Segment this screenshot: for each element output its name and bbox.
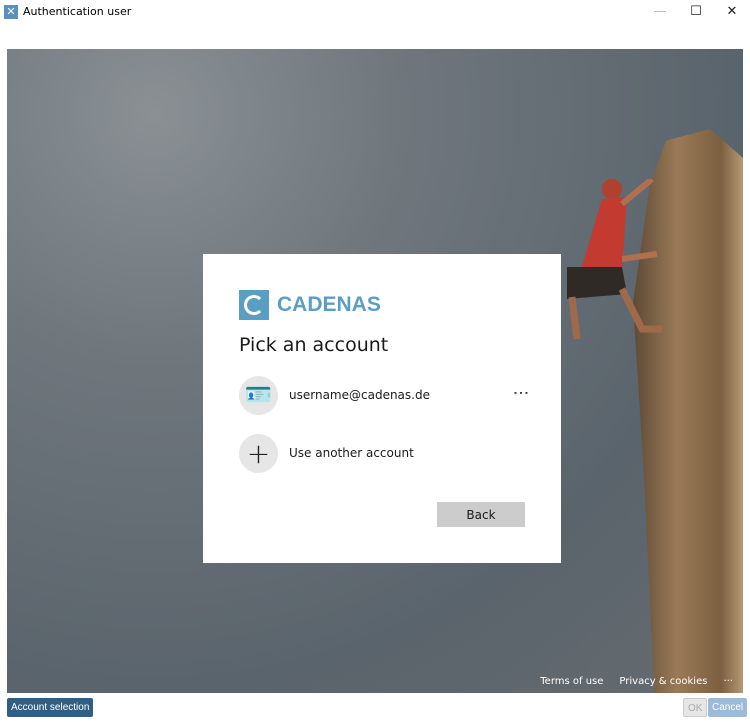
use-another-account[interactable]: + Use another account (239, 433, 529, 473)
use-another-account-label: Use another account (289, 446, 414, 460)
account-selection-button[interactable]: Account selection (7, 698, 94, 717)
privacy-link[interactable]: Privacy & cookies (619, 676, 707, 687)
brand-name: CADENAS (277, 293, 381, 316)
maximize-button[interactable]: ☐ (681, 2, 711, 22)
account-item[interactable]: 🪪 username@cadenas.de ⋮ (239, 375, 531, 415)
page-title: Pick an account (239, 334, 389, 356)
more-icon[interactable]: ··· (723, 676, 733, 687)
cancel-button[interactable]: Cancel (708, 698, 748, 717)
cadenas-logo-icon (239, 290, 269, 320)
cadenas-logo: CADENAS (239, 290, 381, 320)
climber-image (567, 179, 662, 340)
badge-icon: 🪪 (239, 375, 278, 415)
footer-links: Terms of use Privacy & cookies ··· (540, 676, 733, 687)
ok-button[interactable]: OK (683, 698, 708, 717)
back-button[interactable]: Back (437, 502, 525, 527)
background-image: CADENAS Pick an account 🪪 username@caden… (7, 49, 743, 693)
title-bar: ✕ Authentication user — ☐ ✕ (0, 0, 750, 26)
window-title: Authentication user (23, 5, 132, 18)
minimize-button[interactable]: — (645, 2, 675, 22)
close-button[interactable]: ✕ (717, 2, 747, 22)
more-options-icon[interactable]: ⋮ (512, 385, 531, 401)
account-picker-card: CADENAS Pick an account 🪪 username@caden… (203, 254, 561, 563)
plus-icon: + (239, 433, 278, 473)
app-icon: ✕ (4, 5, 18, 19)
terms-link[interactable]: Terms of use (540, 676, 603, 687)
account-email: username@cadenas.de (289, 388, 430, 402)
